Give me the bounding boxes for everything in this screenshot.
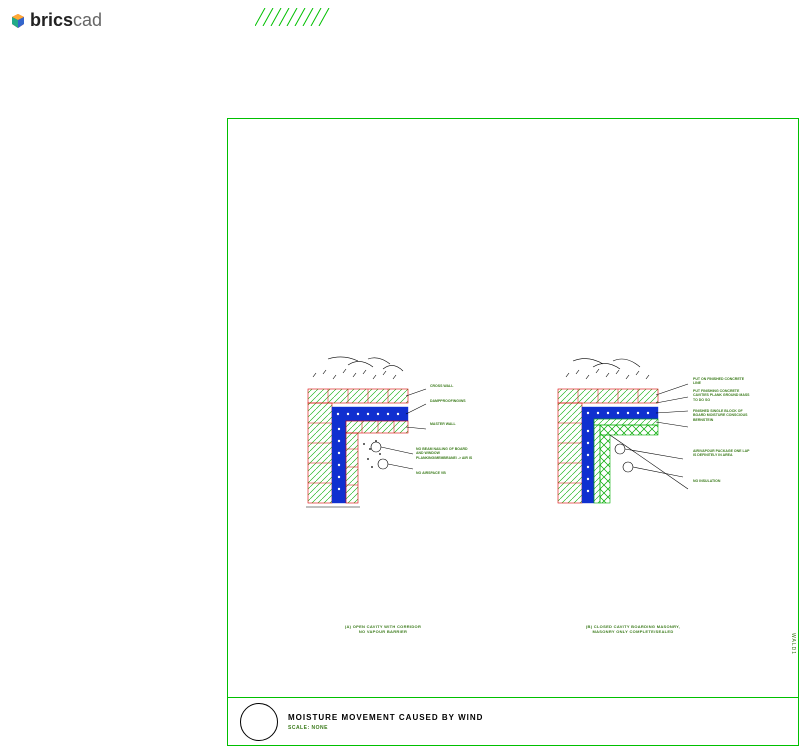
note-b2: PUT FINISHING CONCRETE CAVITIES PLANK GR… xyxy=(693,389,751,402)
note-a5: NO AIRSPACE VB xyxy=(416,471,474,475)
note-a2: DAMPPROOFING/WS xyxy=(430,399,488,403)
drawing-number-side: WALD1 xyxy=(790,633,796,655)
note-b1: PUT ON FINISHED CONCRETE LINE xyxy=(693,377,751,386)
note-b5: NO INSULATION xyxy=(693,479,751,483)
note-a1: CROSS WALL xyxy=(430,384,488,388)
drawing-scale: SCALE: NONE xyxy=(288,725,483,731)
hatch-pattern-swatch xyxy=(255,8,335,26)
bricscad-logo-text: bricscad xyxy=(30,10,102,31)
note-a4: NO BEAM NAILING OF BOARD AND WINDOW PLAN… xyxy=(416,447,474,460)
drawing-title: MOISTURE MOVEMENT CAUSED BY WIND xyxy=(288,713,483,722)
detail-b-caption: (B) CLOSED CAVITY BOARDING MASONRY, MASO… xyxy=(578,624,688,634)
title-block-circle-icon xyxy=(240,703,278,741)
detail-a-caption: (A) OPEN CAVITY WITH CORRIDOR NO VAPOUR … xyxy=(328,624,438,634)
title-block: MOISTURE MOVEMENT CAUSED BY WIND SCALE: … xyxy=(228,697,798,745)
bricscad-logo: bricscad xyxy=(10,10,102,31)
note-b3: FINISHED SINGLE BLOCK OF BOARD MOISTURE … xyxy=(693,409,751,422)
note-b4: AIR/VAPOUR PACKAGE ONE LAP IS DEFINITELY… xyxy=(693,449,751,458)
note-a3: MASTER WALL xyxy=(430,422,488,426)
drawing-frame: CROSS WALL DAMPPROOFING/WS MASTER WALL N… xyxy=(227,118,799,746)
bricscad-logo-icon xyxy=(10,13,26,29)
